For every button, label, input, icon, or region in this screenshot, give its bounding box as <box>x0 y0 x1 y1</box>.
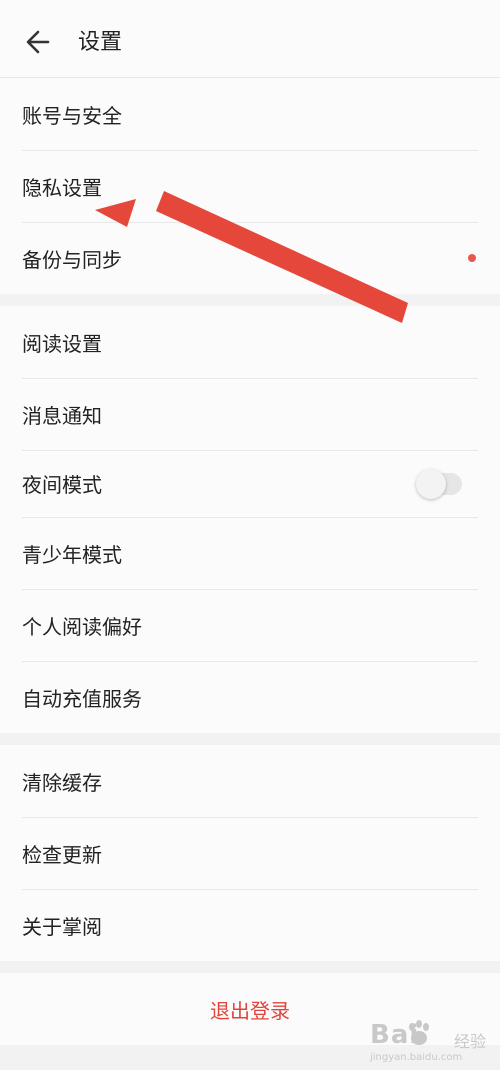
arrow-left-icon <box>26 30 50 54</box>
settings-item-auto-recharge[interactable]: 自动充值服务 <box>0 661 500 733</box>
settings-item-night-mode[interactable]: 夜间模式 <box>0 450 500 517</box>
page-title: 设置 <box>78 30 123 55</box>
settings-item-label: 夜间模式 <box>22 473 102 497</box>
settings-item-label: 青少年模式 <box>22 542 122 567</box>
settings-item-check-updates[interactable]: 检查更新 <box>0 817 500 889</box>
watermark-url: jingyan.baidu.com <box>370 1052 463 1063</box>
settings-group-account: 账号与安全 隐私设置 备份与同步 <box>0 78 500 294</box>
night-mode-toggle[interactable] <box>416 468 462 499</box>
settings-item-reading-settings[interactable]: 阅读设置 <box>0 306 500 378</box>
settings-item-label: 隐私设置 <box>22 175 102 200</box>
settings-item-label: 个人阅读偏好 <box>22 614 142 639</box>
settings-item-backup-sync[interactable]: 备份与同步 <box>0 222 500 294</box>
settings-item-reading-preferences[interactable]: 个人阅读偏好 <box>0 589 500 661</box>
settings-group-system: 清除缓存 检查更新 关于掌阅 <box>0 745 500 961</box>
logout-label: 退出登录 <box>210 998 290 1023</box>
settings-item-teen-mode[interactable]: 青少年模式 <box>0 517 500 589</box>
settings-item-label: 阅读设置 <box>22 331 102 356</box>
settings-screen: 设置 账号与安全 隐私设置 备份与同步 阅读设置 消息通知 夜间模式 青少年模式 <box>0 0 500 1070</box>
watermark-cn: 经验 <box>454 1032 487 1051</box>
top-app-bar: 设置 <box>0 0 500 78</box>
settings-item-label: 账号与安全 <box>22 103 122 128</box>
settings-item-label: 备份与同步 <box>22 247 122 272</box>
settings-item-label: 消息通知 <box>22 403 102 428</box>
watermark: Bai 经验 jingyan.baidu.com <box>370 1016 490 1066</box>
settings-item-account-security[interactable]: 账号与安全 <box>0 78 500 150</box>
settings-item-label: 检查更新 <box>22 842 102 867</box>
settings-item-privacy[interactable]: 隐私设置 <box>0 150 500 222</box>
notification-dot <box>468 254 476 262</box>
back-button[interactable] <box>22 26 54 58</box>
toggle-knob <box>416 468 446 499</box>
baidu-paw-icon <box>409 1020 429 1045</box>
settings-group-reading: 阅读设置 消息通知 夜间模式 青少年模式 个人阅读偏好 自动充值服务 <box>0 306 500 733</box>
settings-item-label: 清除缓存 <box>22 770 102 795</box>
settings-item-about[interactable]: 关于掌阅 <box>0 889 500 961</box>
settings-item-clear-cache[interactable]: 清除缓存 <box>0 745 500 817</box>
settings-item-label: 自动充值服务 <box>22 686 142 711</box>
settings-item-notifications[interactable]: 消息通知 <box>0 378 500 450</box>
settings-item-label: 关于掌阅 <box>22 914 102 939</box>
